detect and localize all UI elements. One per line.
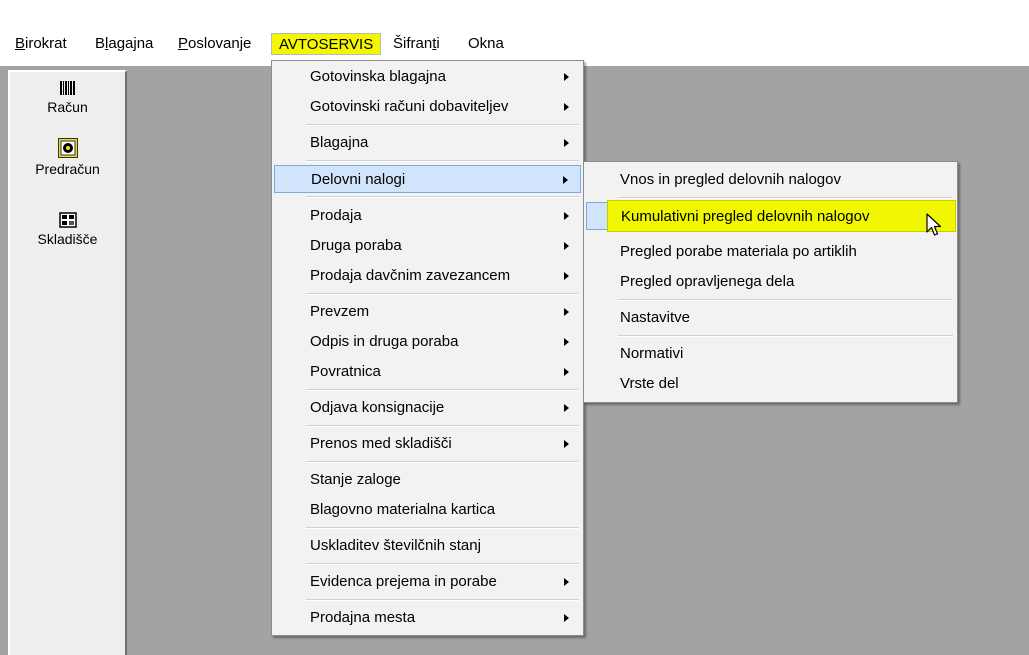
menu-item-prodaja[interactable]: Prodaja [274,202,581,230]
menu-separator [306,461,579,463]
tool-racun[interactable]: Račun [10,80,125,115]
menu-item-uskladitev-stevilcnih-stanj[interactable]: Uskladitev številčnih stanj [274,532,581,560]
menu-avtoservis[interactable]: AVTOSERVIS [271,33,382,55]
submenu-item-pregled-opravljenega-dela[interactable]: Pregled opravljenega dela [586,268,955,296]
menu-item-povratnica[interactable]: Povratnica [274,358,581,386]
chevron-right-icon [564,338,569,346]
menu-separator [618,197,953,199]
menu-item-gotovinska-blagajna[interactable]: Gotovinska blagajna [274,63,581,91]
chevron-right-icon [564,404,569,412]
chevron-right-icon [564,139,569,147]
submenu-item-kumulativni-pregled[interactable]: Kumulativni pregled delovnih nalogov [586,200,956,236]
offer-icon [57,138,78,158]
menu-separator [306,599,579,601]
menu-item-evidenca-prejema-in-porabe[interactable]: Evidenca prejema in porabe [274,568,581,596]
chevron-right-icon [564,308,569,316]
menu-item-blagovno-materialna-kartica[interactable]: Blagovno materialna kartica [274,496,581,524]
menu-separator [306,527,579,529]
chevron-right-icon [564,212,569,220]
menu-blagajna[interactable]: Blagajna [93,33,155,55]
menu-okna[interactable]: Okna [466,33,506,55]
tool-skladisce[interactable]: Skladišče [10,212,125,247]
menu-separator [306,389,579,391]
menu-item-odpis-in-druga-poraba[interactable]: Odpis in druga poraba [274,328,581,356]
menu-poslovanje[interactable]: Poslovanje [176,33,253,55]
menu-separator [306,160,579,162]
menu-item-odjava-konsignacije[interactable]: Odjava konsignacije [274,394,581,422]
menu-separator [306,124,579,126]
menu-separator [618,299,953,301]
menu-item-blagajna[interactable]: Blagajna [274,129,581,157]
menu-item-delovni-nalogi[interactable]: Delovni nalogi [274,165,581,193]
menu-separator [306,293,579,295]
submenu-item-vrste-del[interactable]: Vrste del [586,370,955,398]
submenu-item-nastavitve[interactable]: Nastavitve [586,304,955,332]
menu-birokrat[interactable]: Birokrat [13,33,69,55]
submenu-item-normativi[interactable]: Normativi [586,340,955,368]
avtoservis-menu: Gotovinska blagajna Gotovinski računi do… [271,60,584,636]
menu-item-stanje-zaloge[interactable]: Stanje zaloge [274,466,581,494]
chevron-right-icon [564,578,569,586]
chevron-right-icon [564,103,569,111]
chevron-right-icon [564,73,569,81]
submenu-item-vnos-in-pregled[interactable]: Vnos in pregled delovnih nalogov [586,166,955,194]
menu-item-gotovinski-racuni-dobaviteljev[interactable]: Gotovinski računi dobaviteljev [274,93,581,121]
toolbox-panel: Račun Predračun Skladišče [8,70,127,655]
menu-separator [618,335,953,337]
menu-item-prodajna-mesta[interactable]: Prodajna mesta [274,604,581,632]
menu-item-prenos-med-skladisci[interactable]: Prenos med skladišči [274,430,581,458]
chevron-right-icon [564,614,569,622]
menu-item-prevzem[interactable]: Prevzem [274,298,581,326]
chevron-right-icon [564,368,569,376]
chevron-right-icon [564,272,569,280]
warehouse-icon [58,212,77,228]
chevron-right-icon [563,176,568,184]
submenu-item-pregled-porabe-materiala[interactable]: Pregled porabe materiala po artiklih [586,238,955,266]
menu-separator [306,425,579,427]
chevron-right-icon [564,440,569,448]
mouse-cursor-icon [926,213,942,236]
menu-item-prodaja-davcnim-zavezancem[interactable]: Prodaja davčnim zavezancem [274,262,581,290]
menu-bar: Birokrat Blagajna Poslovanje AVTOSERVIS … [0,30,1029,60]
menu-sifranti[interactable]: Šifranti [391,33,442,55]
barcode-icon [59,81,75,95]
menu-separator [306,563,579,565]
menu-item-druga-poraba[interactable]: Druga poraba [274,232,581,260]
delovni-nalogi-submenu: Vnos in pregled delovnih nalogov Kumulat… [583,161,958,403]
menu-separator [306,196,579,198]
chevron-right-icon [564,242,569,250]
tool-predracun[interactable]: Predračun [10,138,125,177]
